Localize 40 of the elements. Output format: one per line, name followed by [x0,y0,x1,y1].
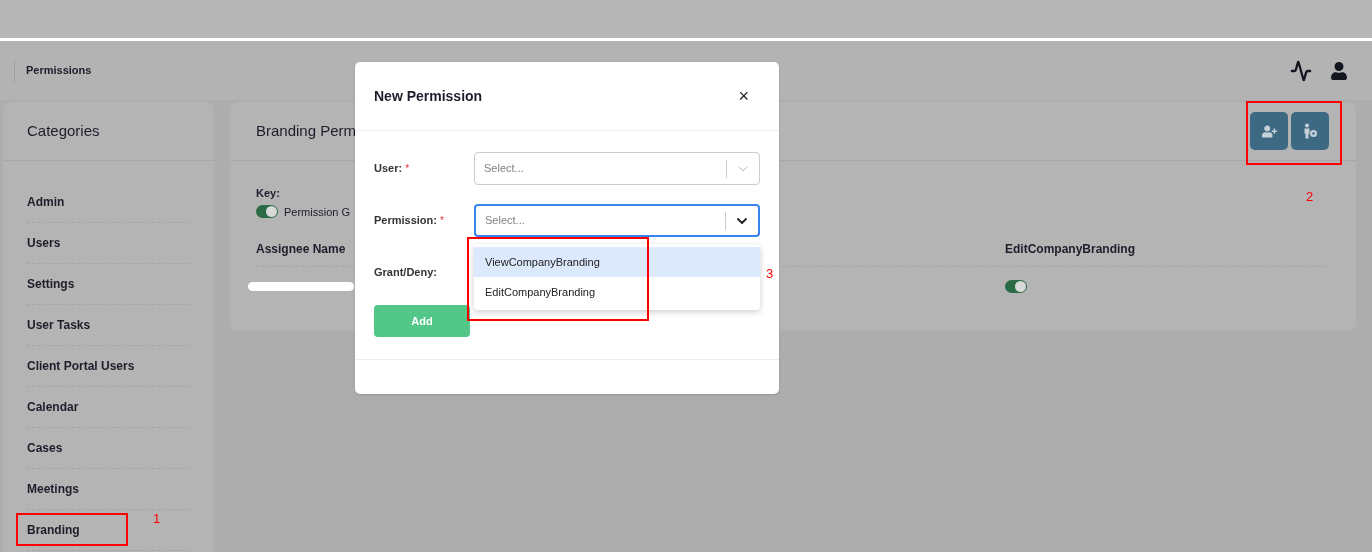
annotation-number: 2 [1306,188,1314,206]
sidebar-item[interactable]: Client Portal Users [27,357,135,375]
dropdown-option[interactable]: EditCompanyBranding [474,277,760,307]
sidebar-title: Categories [27,120,100,141]
column-header: Assignee Name [256,241,346,258]
pulse-icon[interactable] [1290,59,1312,82]
dialog-title: New Permission [374,86,483,106]
card-title: Branding Perm [256,120,357,141]
sidebar-item[interactable]: User Tasks [27,316,91,334]
required-mark: * [405,162,410,176]
select-field[interactable]: Select... [474,152,760,185]
sidebar-item[interactable]: Users [27,234,61,252]
field-label: User: [374,161,403,177]
annotation-number: 3 [766,265,774,283]
sidebar-item[interactable]: Cases [27,439,63,457]
person-badge-icon [1302,123,1318,139]
close-button[interactable]: × [738,87,749,105]
user-icon[interactable] [1330,61,1348,80]
add-user-button[interactable] [1250,112,1288,150]
page-title: Permissions [26,63,92,79]
key-description: Permission G [284,204,351,220]
required-mark: * [439,214,444,228]
sidebar-item[interactable]: Branding [27,521,80,539]
select-placeholder: Select... [484,213,526,229]
field-label: Grant/Deny: [374,265,437,281]
sidebar-item[interactable]: Settings [27,275,75,293]
select-field[interactable]: Select... [474,204,760,237]
column-header: EditCompanyBranding [1005,241,1135,258]
annotation-number: 1 [153,510,161,528]
select-placeholder: Select... [483,161,525,177]
sidebar-item[interactable]: Meetings [27,480,79,498]
person-badge-button[interactable] [1291,112,1329,150]
dropdown-option[interactable]: ViewCompanyBranding [474,247,760,277]
sidebar-item[interactable]: Admin [27,193,65,211]
toggle-switch[interactable] [1005,279,1027,293]
field-label: Permission: [374,213,437,229]
user-plus-icon [1261,123,1277,139]
key-label: Key: [256,186,280,201]
sidebar-item[interactable]: Calendar [27,398,79,416]
toggle-switch[interactable] [256,205,278,219]
